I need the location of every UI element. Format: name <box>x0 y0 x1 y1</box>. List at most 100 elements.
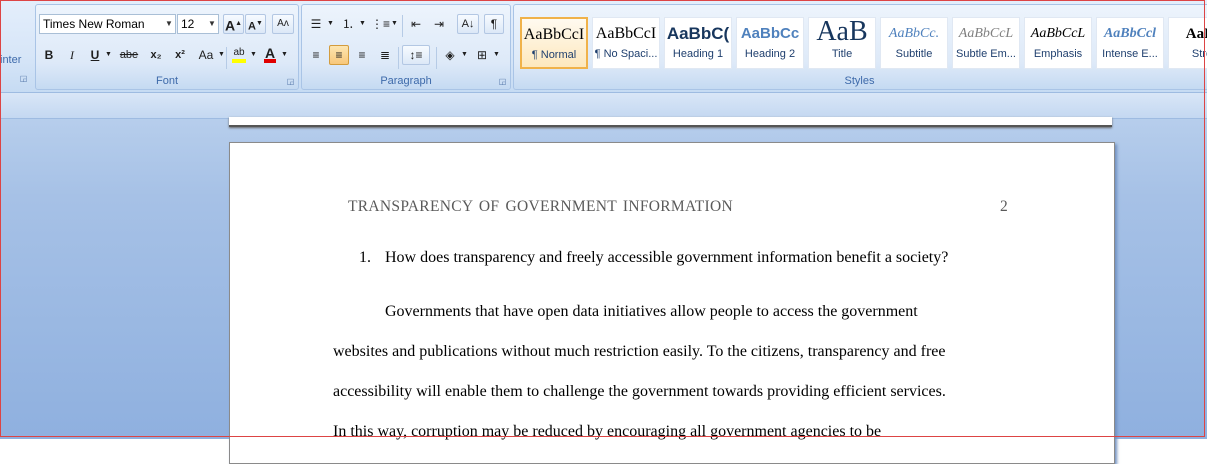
document-page[interactable]: TRANSPARENCY OF GOVERNMENT INFORMATION 2… <box>229 142 1115 464</box>
styles-group-label: Styles <box>844 75 875 87</box>
style-name: Intense E... <box>1102 48 1158 60</box>
style-sample: AaBbCc. <box>888 26 940 41</box>
style-title[interactable]: AaB Title <box>808 17 876 69</box>
justify-button[interactable]: ≣ <box>375 45 395 65</box>
divider <box>436 47 437 69</box>
divider <box>226 47 227 69</box>
numbering-icon: ⒈ <box>341 17 354 31</box>
chevron-down-icon[interactable]: ▼ <box>104 45 113 65</box>
style-no-spacing[interactable]: AaBbCcI ¶ No Spaci... <box>592 17 660 69</box>
show-formatting-marks-button[interactable]: ¶ <box>484 14 504 34</box>
multilevel-list-button[interactable]: ⋮≡ <box>370 14 390 34</box>
outdent-icon: ⇤ <box>410 17 422 31</box>
shading-button[interactable]: ◈ <box>440 45 460 65</box>
style-name: ¶ No Spaci... <box>594 48 658 60</box>
sort-button[interactable]: A↓ <box>457 14 479 34</box>
divider <box>402 15 403 37</box>
underline-button[interactable]: U <box>86 45 104 65</box>
borders-button[interactable]: ⊞ <box>472 45 492 65</box>
chevron-down-icon[interactable]: ▼ <box>280 45 288 65</box>
font-family-combo[interactable]: Times New Roman ▼ <box>39 14 176 34</box>
style-name: Heading 1 <box>672 48 724 60</box>
style-sample: AaBbCcL <box>1030 26 1086 41</box>
decrease-indent-button[interactable]: ⇤ <box>406 14 426 34</box>
style-normal[interactable]: AaBbCcI ¶ Normal <box>520 17 588 69</box>
increase-indent-button[interactable]: ⇥ <box>429 14 449 34</box>
running-header: TRANSPARENCY OF GOVERNMENT INFORMATION <box>348 198 733 215</box>
style-emphasis[interactable]: AaBbCcL Emphasis <box>1024 17 1092 69</box>
clear-formatting-button[interactable]: Aʌ <box>272 14 294 34</box>
style-name: Subtle Em... <box>956 48 1016 60</box>
font-color-button[interactable]: A <box>260 45 280 65</box>
chevron-down-icon[interactable]: ▼ <box>249 45 257 65</box>
font-family-value: Times New Roman <box>43 17 145 31</box>
style-heading-1[interactable]: AaBbC( Heading 1 <box>664 17 732 69</box>
font-size-combo[interactable]: 12 ▼ <box>177 14 219 34</box>
format-painter-label[interactable]: inter <box>0 54 21 66</box>
grow-font-button[interactable]: A▲ <box>223 14 244 34</box>
style-name: Stro <box>1191 48 1207 60</box>
numbering-button[interactable]: ⒈ <box>338 14 358 34</box>
style-name: Subtitle <box>895 48 933 60</box>
chevron-down-icon[interactable]: ▼ <box>206 15 218 33</box>
style-name: Heading 2 <box>744 48 796 60</box>
borders-icon: ⊞ <box>476 48 488 62</box>
multilevel-list-icon: ⋮≡ <box>371 17 391 31</box>
highlighter-icon: ab <box>233 47 245 58</box>
style-heading-2[interactable]: AaBbCc Heading 2 <box>736 17 804 69</box>
style-subtle-emphasis[interactable]: AaBbCcL Subtle Em... <box>952 17 1020 69</box>
style-sample: AaB <box>816 17 868 47</box>
chevron-down-icon[interactable]: ▼ <box>163 15 175 33</box>
indent-icon: ⇥ <box>433 17 445 31</box>
align-right-icon: ≡ <box>358 48 366 62</box>
paragraph-group: ☰ ▼ ⒈ ▼ ⋮≡ ▼ ⇤ ⇥ A↓ ¶ ≡ ≡ ≡ ≣ ↕≡ ◈ ▼ ⊞ ▼… <box>301 4 511 90</box>
clipboard-dialog-launcher[interactable]: ◲ <box>19 74 28 83</box>
body-line: websites and publications without much r… <box>333 343 946 360</box>
strikethrough-button[interactable]: abe <box>116 45 142 65</box>
style-name: Emphasis <box>1033 48 1083 60</box>
body-line: In this way, corruption may be reduced b… <box>333 423 882 440</box>
paint-bucket-icon: ◈ <box>445 48 455 62</box>
font-dialog-launcher[interactable]: ◲ <box>286 77 295 86</box>
bold-button[interactable]: B <box>40 45 58 65</box>
text-highlight-button[interactable]: ab <box>229 45 249 65</box>
divider <box>398 47 399 69</box>
highlight-color-swatch <box>232 59 246 63</box>
question-text: How does transparency and freely accessi… <box>385 249 949 266</box>
paragraph-dialog-launcher[interactable]: ◲ <box>498 77 507 86</box>
style-sample: AaBbCc <box>740 25 800 42</box>
italic-button[interactable]: I <box>63 45 81 65</box>
style-subtitle[interactable]: AaBbCc. Subtitle <box>880 17 948 69</box>
chevron-down-icon[interactable]: ▼ <box>492 45 500 65</box>
shrink-font-button[interactable]: A▼ <box>245 14 266 34</box>
line-spacing-icon: ↕≡ <box>409 48 423 62</box>
line-spacing-button[interactable]: ↕≡ <box>402 45 430 65</box>
chevron-down-icon[interactable]: ▼ <box>358 14 366 34</box>
font-group-label: Font <box>155 75 178 87</box>
styles-group: AaBbCcI ¶ Normal AaBbCcI ¶ No Spaci... A… <box>513 4 1207 90</box>
superscript-button[interactable]: x² <box>170 45 190 65</box>
chevron-down-icon[interactable]: ▼ <box>326 14 334 34</box>
body-line: accessibility will enable them to challe… <box>333 383 946 400</box>
page-number: 2 <box>1000 198 1008 215</box>
style-strong[interactable]: AaBl Stro <box>1168 17 1207 69</box>
document-workspace: TRANSPARENCY OF GOVERNMENT INFORMATION 2… <box>0 93 1207 464</box>
subscript-button[interactable]: x₂ <box>146 45 166 65</box>
align-right-button[interactable]: ≡ <box>352 45 372 65</box>
align-left-button[interactable]: ≡ <box>306 45 326 65</box>
style-intense-emphasis[interactable]: AaBbCcl Intense E... <box>1096 17 1164 69</box>
ruler-strip <box>0 93 1207 119</box>
font-group: Times New Roman ▼ 12 ▼ A▲ A▼ Aʌ B I U ▼ … <box>35 4 299 90</box>
center-button[interactable]: ≡ <box>329 45 349 65</box>
pilcrow-icon: ¶ <box>490 17 498 31</box>
change-case-button[interactable]: Aa <box>195 45 217 65</box>
bullets-button[interactable]: ☰ <box>306 14 326 34</box>
align-left-icon: ≡ <box>312 48 320 62</box>
chevron-down-icon[interactable]: ▼ <box>390 14 398 34</box>
clear-formatting-icon: Aʌ <box>277 18 289 29</box>
chevron-down-icon[interactable]: ▼ <box>460 45 468 65</box>
sort-icon: A↓ <box>461 18 475 30</box>
style-sample: AaBl <box>1185 26 1207 42</box>
chevron-down-icon[interactable]: ▼ <box>217 45 225 65</box>
paragraph-group-label: Paragraph <box>380 75 432 87</box>
